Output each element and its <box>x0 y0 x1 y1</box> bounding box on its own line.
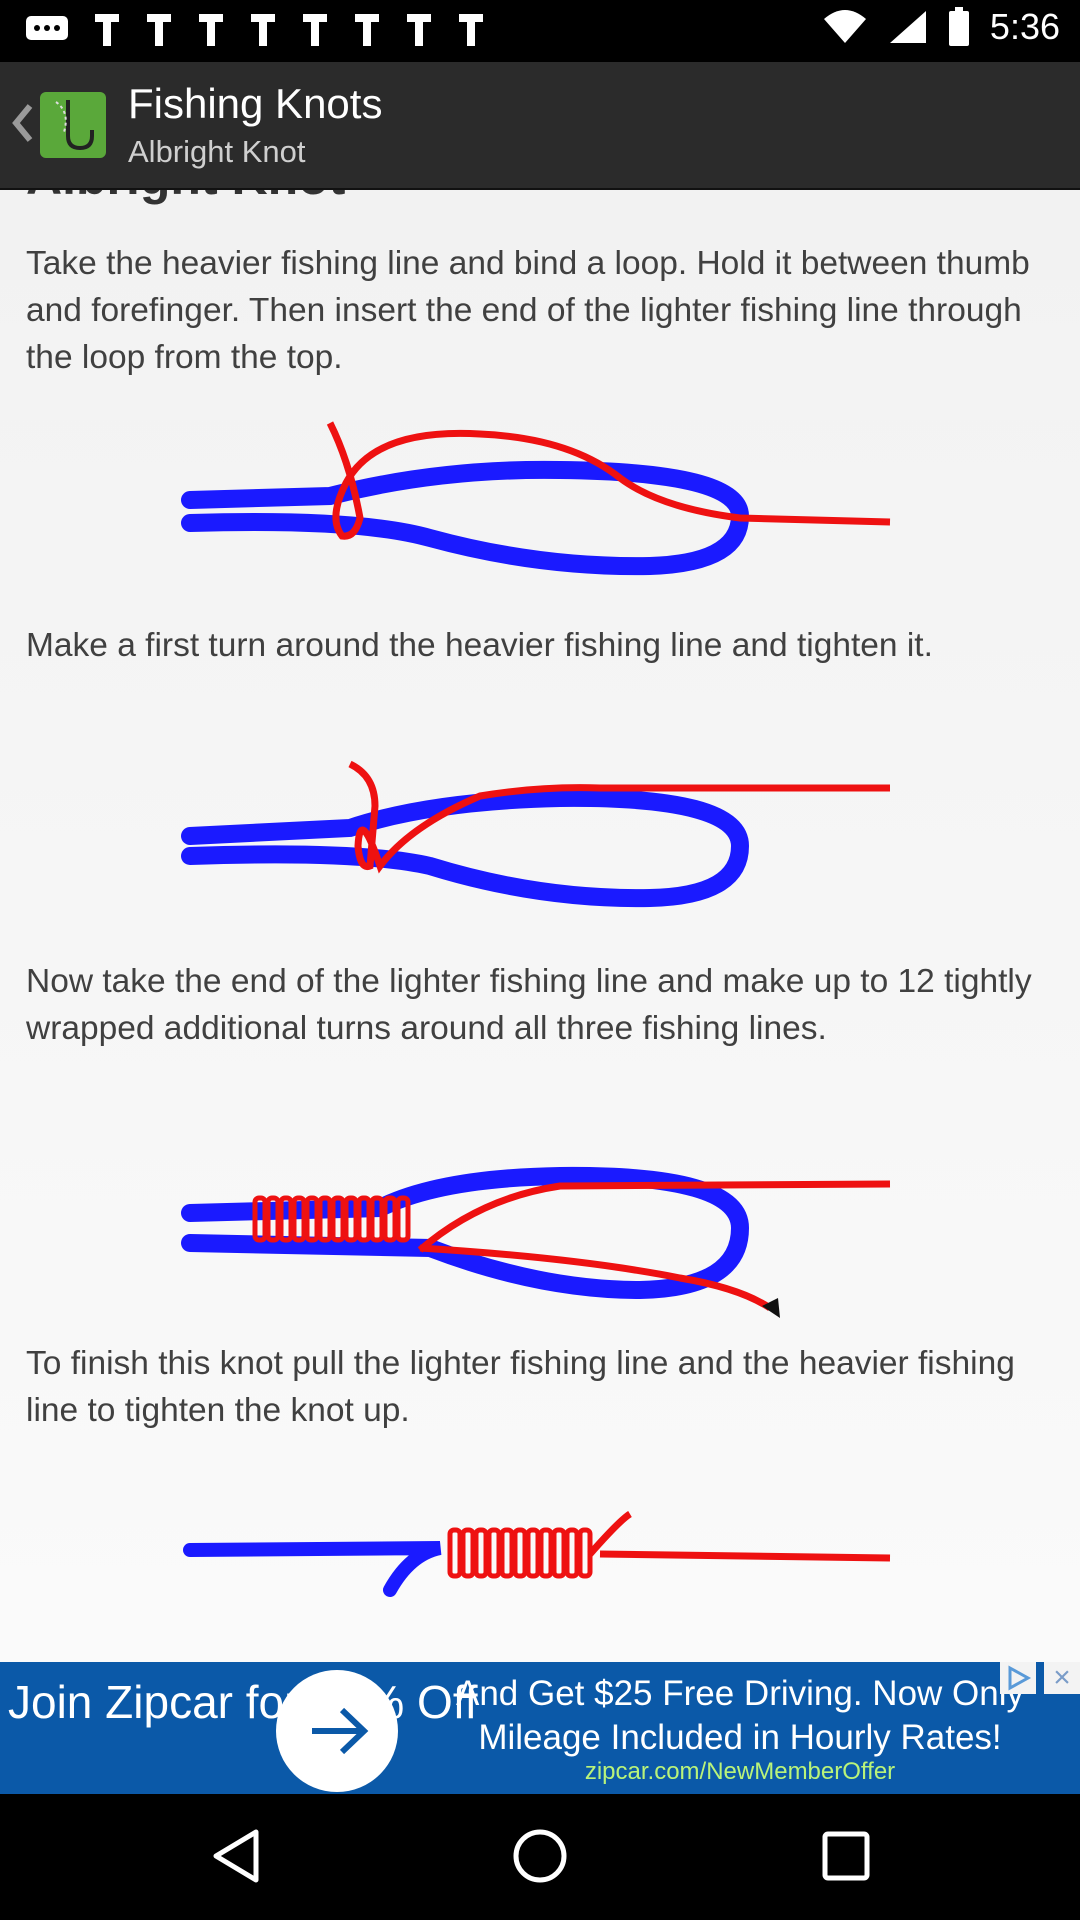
navigation-bar <box>0 1794 1080 1920</box>
app-title: Fishing Knots <box>128 80 383 127</box>
ad-banner[interactable]: Join Zipcar for 50% Off And Get $25 Free… <box>0 1662 1080 1794</box>
app-subtitle: Albright Knot <box>128 134 306 169</box>
fishing-hook-icon[interactable] <box>40 92 106 158</box>
close-icon[interactable]: × <box>1044 1662 1080 1694</box>
wifi-icon <box>823 10 866 43</box>
circle-home-icon[interactable] <box>512 1828 568 1884</box>
square-recents-icon[interactable] <box>820 1828 872 1884</box>
chevron-left-icon[interactable] <box>6 98 36 148</box>
notification-icon <box>147 14 171 46</box>
notification-icon <box>303 14 327 46</box>
notification-icon <box>407 14 431 46</box>
signal-icon <box>889 11 926 43</box>
adchoices-icon[interactable] <box>1000 1662 1036 1694</box>
status-time: 5:36 <box>989 6 1060 47</box>
notification-icon <box>355 14 379 46</box>
battery-icon <box>948 7 969 46</box>
status-right: 5:36 <box>822 6 1060 48</box>
step-3-text: Now take the end of the lighter fishing … <box>26 963 1032 1047</box>
notification-icons <box>24 12 486 48</box>
ad-url[interactable]: zipcar.com/NewMemberOffer <box>410 1758 1070 1786</box>
message-icon <box>26 16 68 40</box>
knot-step-2-illustration <box>181 760 890 908</box>
knot-instructions[interactable]: Albright Knot Take the heavier fishing l… <box>0 190 1080 1662</box>
knot-step-1-illustration <box>181 421 891 576</box>
knot-step-3-illustration <box>181 1166 891 1318</box>
triangle-back-icon[interactable] <box>210 1828 262 1884</box>
notification-icon <box>459 14 483 46</box>
step-2-text: Make a first turn around the heavier fis… <box>26 627 933 664</box>
step-4-text: To finish this knot pull the lighter fis… <box>26 1345 1015 1429</box>
app-bar: Fishing Knots Albright Knot <box>0 62 1080 190</box>
step-1-text: Take the heavier fishing line and bind a… <box>26 245 1030 376</box>
notification-icon <box>251 14 275 46</box>
ad-left-text[interactable]: Join Zipcar for 50% Off <box>8 1674 478 1730</box>
status-bar: 5:36 <box>0 0 1080 62</box>
ad-right-text[interactable]: And Get $25 Free Driving. Now Only Milea… <box>410 1672 1070 1760</box>
notification-icon <box>199 14 223 46</box>
notification-icon <box>95 14 119 46</box>
knot-step-4-illustration <box>183 1510 891 1597</box>
arrow-right-icon[interactable] <box>276 1670 398 1792</box>
page-title: Albright Knot <box>26 190 345 206</box>
